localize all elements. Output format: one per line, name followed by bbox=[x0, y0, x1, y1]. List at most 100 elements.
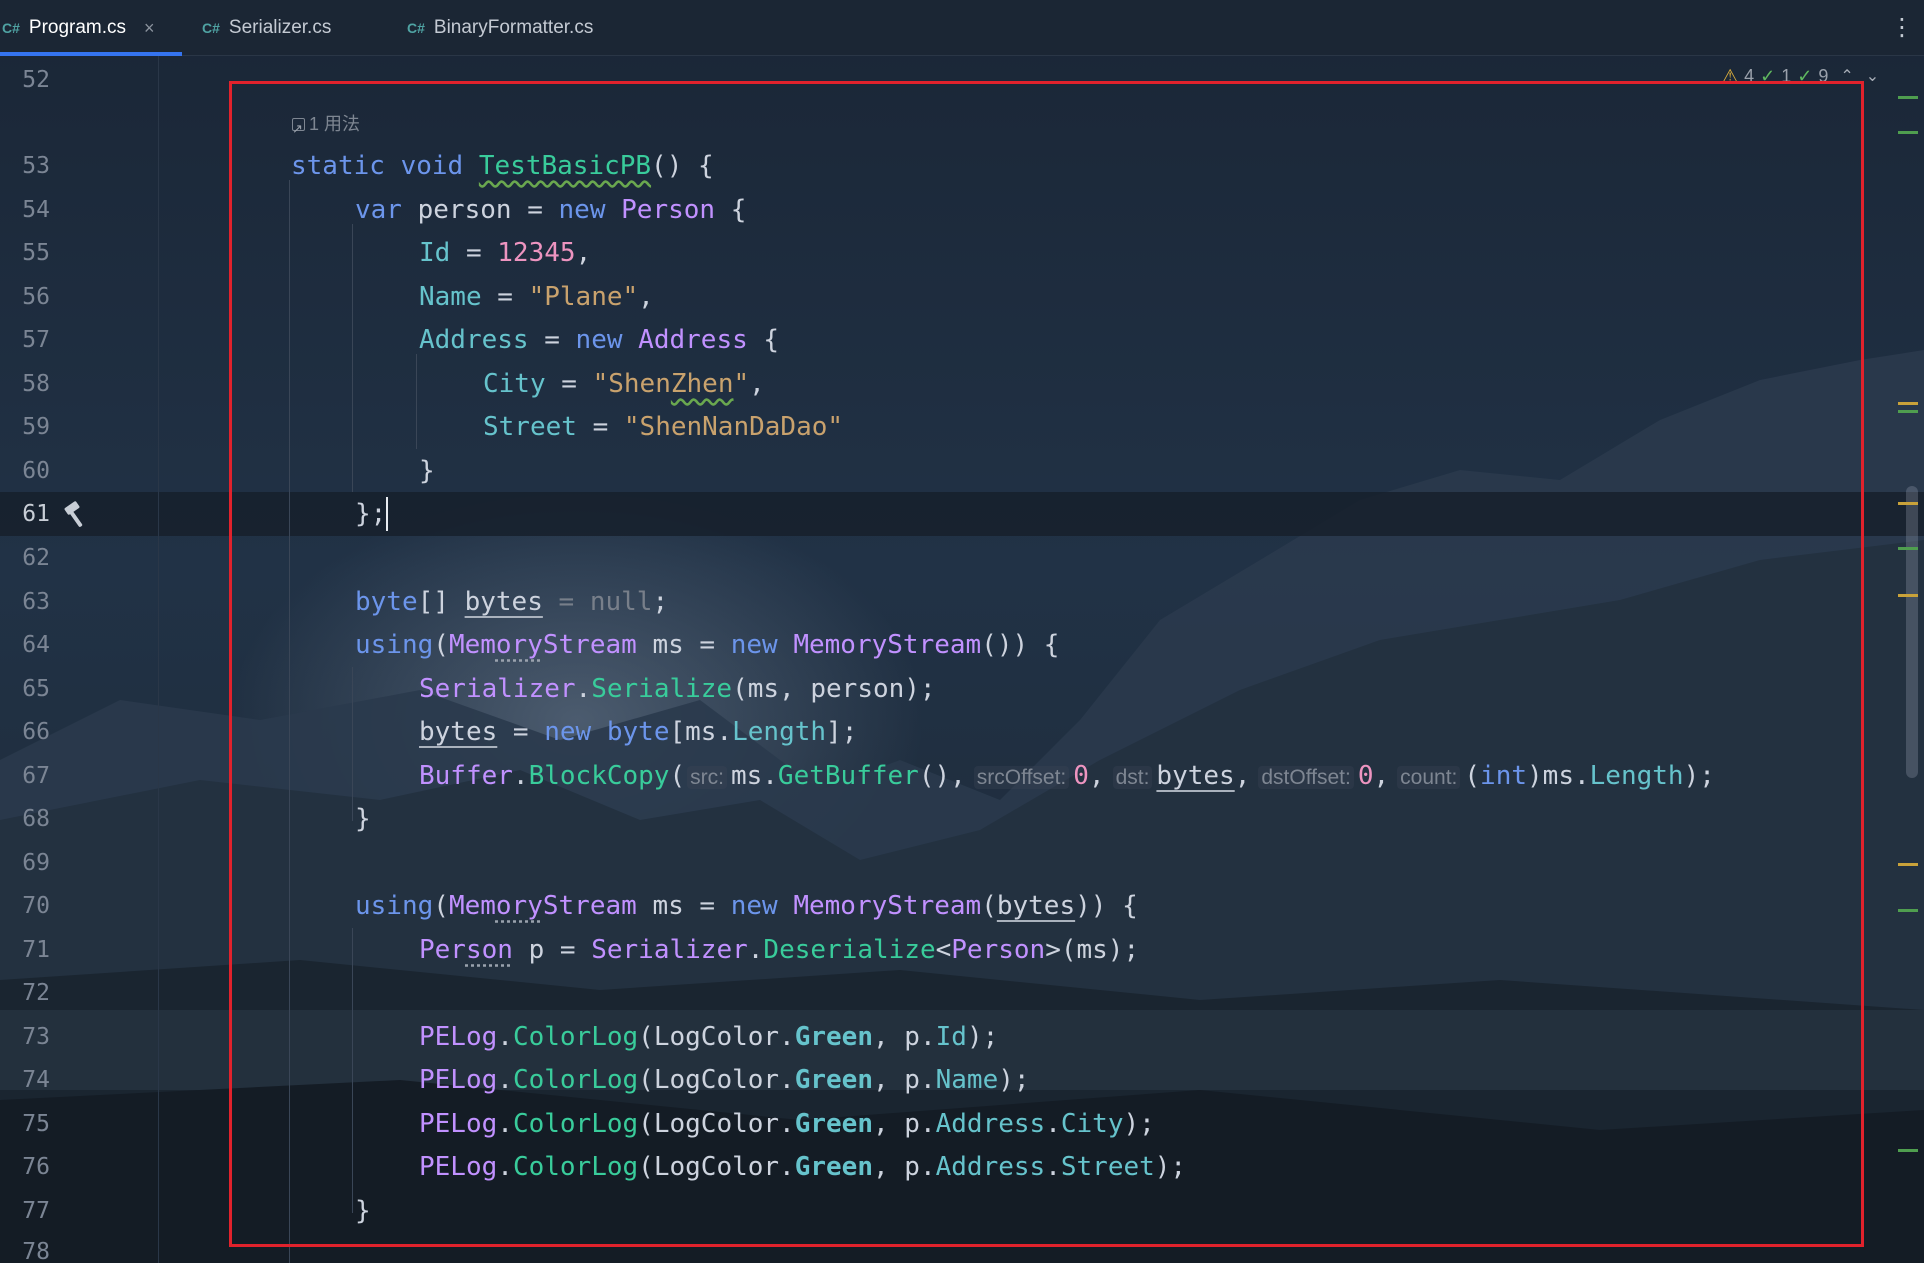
line-number[interactable]: 78 bbox=[0, 1230, 50, 1263]
line-number[interactable]: 61 bbox=[0, 492, 50, 536]
line-number[interactable]: 56 bbox=[0, 275, 50, 319]
error-stripe-marker[interactable] bbox=[1898, 96, 1918, 99]
code-text: = bbox=[545, 369, 593, 399]
code-text: (LogColor. bbox=[638, 1152, 795, 1182]
code-text-redundant: = bbox=[542, 587, 590, 617]
previous-problem-icon[interactable]: ⌃ bbox=[1840, 66, 1853, 86]
code-line-76[interactable]: PELog.ColorLog(LogColor.Green, p.Address… bbox=[419, 1145, 1186, 1189]
tab-program-cs[interactable]: C# Program.cs × bbox=[0, 0, 182, 56]
code-text: = bbox=[481, 282, 529, 312]
line-number[interactable]: 74 bbox=[0, 1058, 50, 1102]
warning-icon: ⚠ bbox=[1722, 65, 1739, 86]
code-text: ms. bbox=[730, 761, 778, 791]
usages-hint[interactable]: 1 用法 bbox=[292, 108, 360, 145]
line-number[interactable]: 67 bbox=[0, 754, 50, 798]
error-stripe-marker[interactable] bbox=[1898, 909, 1918, 912]
code-line-71[interactable]: Person p = Serializer.Deserialize<Person… bbox=[419, 928, 1139, 972]
inspection-widget[interactable]: ⚠ 4 ✓ 1 ✓ 9 ⌃ ⌄ bbox=[1722, 64, 1885, 88]
code-line-54[interactable]: var person = new Person { bbox=[355, 188, 746, 232]
code-text: < bbox=[935, 935, 952, 965]
property-name: City bbox=[483, 369, 546, 399]
code-line-59[interactable]: Street = "ShenNanDaDao" bbox=[483, 405, 843, 449]
code-text: } bbox=[355, 804, 371, 834]
line-number[interactable]: 57 bbox=[0, 318, 50, 362]
error-stripe-marker[interactable] bbox=[1898, 131, 1918, 134]
code-text: { bbox=[747, 325, 780, 355]
line-number[interactable]: 72 bbox=[0, 971, 50, 1015]
line-number[interactable]: 60 bbox=[0, 449, 50, 493]
line-number[interactable]: 65 bbox=[0, 667, 50, 711]
code-text: }; bbox=[355, 499, 387, 529]
enum-member: Green bbox=[794, 1109, 873, 1139]
line-number[interactable]: 71 bbox=[0, 928, 50, 972]
line-number[interactable]: 77 bbox=[0, 1189, 50, 1233]
parameter-hint: dstOffset: bbox=[1258, 766, 1354, 789]
line-number[interactable]: 76 bbox=[0, 1145, 50, 1189]
code-line-57[interactable]: Address = new Address { bbox=[419, 318, 779, 362]
code-line-77[interactable]: } bbox=[355, 1189, 371, 1233]
line-number[interactable]: 62 bbox=[0, 536, 50, 580]
code-line-53[interactable]: static void TestBasicPB() { bbox=[291, 144, 714, 188]
tab-binaryformatter-cs[interactable]: C# BinaryFormatter.cs bbox=[405, 0, 645, 56]
line-number[interactable]: 58 bbox=[0, 362, 50, 406]
line-number[interactable]: 52 bbox=[0, 58, 50, 102]
code-text: (ms, person); bbox=[732, 674, 936, 704]
line-number[interactable]: 55 bbox=[0, 231, 50, 275]
line-number[interactable]: 75 bbox=[0, 1102, 50, 1146]
keyword: byte bbox=[606, 717, 670, 747]
error-stripe-marker[interactable] bbox=[1898, 402, 1918, 405]
keyword: new bbox=[575, 325, 623, 355]
more-options-icon[interactable]: ⋮ bbox=[1890, 12, 1914, 42]
code-text: . bbox=[497, 1109, 513, 1139]
error-stripe-marker[interactable] bbox=[1898, 502, 1918, 505]
keyword: static bbox=[291, 151, 385, 181]
code-line-55[interactable]: Id = 12345, bbox=[419, 231, 591, 275]
error-stripe-marker[interactable] bbox=[1898, 410, 1918, 413]
type-name: Mem bbox=[448, 891, 496, 921]
line-number[interactable]: 68 bbox=[0, 797, 50, 841]
code-line-68[interactable]: } bbox=[355, 797, 371, 841]
vertical-scrollbar-thumb[interactable] bbox=[1906, 486, 1918, 778]
hammer-icon[interactable] bbox=[62, 500, 92, 528]
line-number[interactable]: 53 bbox=[0, 144, 50, 188]
error-stripe-marker[interactable] bbox=[1898, 594, 1918, 597]
code-line-75[interactable]: PELog.ColorLog(LogColor.Green, p.Address… bbox=[419, 1102, 1155, 1146]
next-problem-icon[interactable]: ⌄ bbox=[1866, 66, 1879, 86]
line-number[interactable]: 66 bbox=[0, 710, 50, 754]
property-name: City bbox=[1060, 1109, 1124, 1139]
indent-guide bbox=[352, 928, 353, 1213]
code-text: ( bbox=[981, 891, 997, 921]
tab-serializer-cs[interactable]: C# Serializer.cs bbox=[200, 0, 380, 56]
line-number[interactable]: 69 bbox=[0, 841, 50, 885]
ok-count: 1 bbox=[1781, 65, 1792, 86]
code-text: = bbox=[511, 195, 559, 225]
code-line-74[interactable]: PELog.ColorLog(LogColor.Green, p.Name); bbox=[419, 1058, 1030, 1102]
code-line-64[interactable]: using(MemoryStream ms = new MemoryStream… bbox=[355, 623, 1059, 667]
line-number[interactable]: 63 bbox=[0, 580, 50, 624]
error-stripe-marker[interactable] bbox=[1898, 547, 1918, 550]
code-line-61[interactable]: }; bbox=[355, 492, 386, 536]
code-line-73[interactable]: PELog.ColorLog(LogColor.Green, p.Id); bbox=[419, 1015, 998, 1059]
line-number[interactable]: 73 bbox=[0, 1015, 50, 1059]
code-line-63[interactable]: byte[] bytes = null; bbox=[355, 580, 668, 624]
line-number[interactable]: 59 bbox=[0, 405, 50, 449]
line-number[interactable]: 64 bbox=[0, 623, 50, 667]
code-line-66[interactable]: bytes = new byte[ms.Length]; bbox=[419, 710, 857, 754]
type-name: son bbox=[465, 935, 513, 965]
method-name: ColorLog bbox=[512, 1109, 639, 1139]
code-text: ); bbox=[1154, 1152, 1187, 1182]
method-name: TestBasicPB bbox=[478, 151, 652, 181]
code-line-67[interactable]: Buffer.BlockCopy(src: ms.GetBuffer(), srcO… bbox=[419, 754, 1715, 798]
identifier: bytes bbox=[419, 717, 498, 747]
line-number[interactable]: 70 bbox=[0, 884, 50, 928]
code-line-65[interactable]: Serializer.Serialize(ms, person); bbox=[419, 667, 936, 711]
code-line-60[interactable]: } bbox=[419, 449, 435, 493]
code-line-56[interactable]: Name = "Plane", bbox=[419, 275, 654, 319]
error-stripe-marker[interactable] bbox=[1898, 863, 1918, 866]
code-line-70[interactable]: using(MemoryStream ms = new MemoryStream… bbox=[355, 884, 1138, 928]
code-line-58[interactable]: City = "ShenZhen", bbox=[483, 362, 765, 406]
close-icon[interactable]: × bbox=[144, 18, 155, 39]
line-number[interactable]: 54 bbox=[0, 188, 50, 232]
error-stripe-marker[interactable] bbox=[1898, 1149, 1918, 1152]
code-text: [ms. bbox=[669, 717, 733, 747]
